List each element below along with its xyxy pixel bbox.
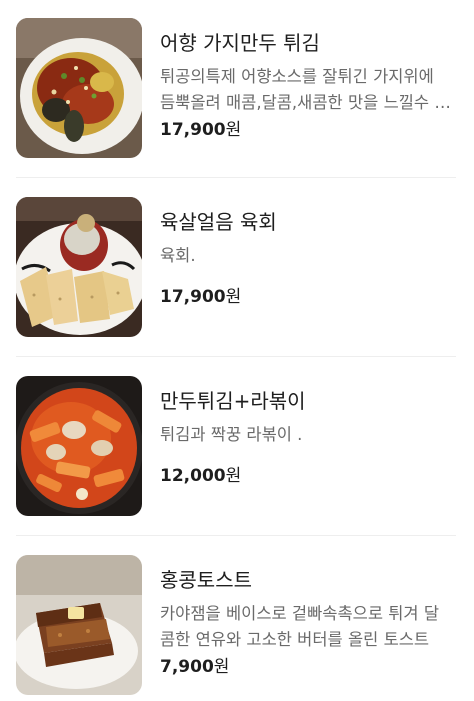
menu-item-hongkong-toast[interactable]: 홍콩토스트 카야잼을 베이스로 겉빠속촉으로 튀겨 달콤한 연유와 고소한 버터… <box>16 555 456 695</box>
price-currency: 원 <box>225 466 242 486</box>
price-amount: 12,000 <box>160 466 226 486</box>
menu-item-info: 어향 가지만두 튀김 튀공의특제 어향소스를 잘튀긴 가지위에 듬뿍올려 매콤,… <box>160 18 456 158</box>
dish-photo-icon <box>16 555 142 695</box>
menu-item-info: 만두튀김+라볶이 튀김과 짝꿍 라볶이 . 12,000원 <box>160 376 456 516</box>
item-divider <box>16 356 456 357</box>
menu-item-dumpling-rabokki[interactable]: 만두튀김+라볶이 튀김과 짝꿍 라볶이 . 12,000원 <box>16 376 456 516</box>
menu-item-name: 어향 가지만두 튀김 <box>160 31 320 55</box>
menu-item-info: 육살얼음 육회 육회. 17,900원 <box>160 197 456 337</box>
price-amount: 7,900 <box>160 657 214 677</box>
menu-item-info: 홍콩토스트 카야잼을 베이스로 겉빠속촉으로 튀겨 달콤한 연유와 고소한 버터… <box>160 555 456 695</box>
menu-item-price: 12,000원 <box>160 464 241 488</box>
menu-item-beef-tartare[interactable]: 육살얼음 육회 육회. 17,900원 <box>16 197 456 337</box>
beef-tartare-photo <box>16 197 142 337</box>
menu-item-price: 17,900원 <box>160 285 241 309</box>
dish-photo-icon <box>16 376 142 516</box>
dish-photo-icon <box>16 18 142 158</box>
menu-item-description: 카야잼을 베이스로 겉빠속촉으로 튀겨 달콤한 연유와 고소한 버터를 올린 토… <box>160 604 440 649</box>
menu-item-description: 튀공의특제 어향소스를 잘튀긴 가지위에 듬뿍올려 매콤,달콤,새콤한 맛을 느… <box>160 67 450 112</box>
menu-list: 어향 가지만두 튀김 튀공의특제 어향소스를 잘튀긴 가지위에 듬뿍올려 매콤,… <box>0 0 474 701</box>
menu-item-description: 튀김과 짝꿍 라볶이 . <box>160 425 303 444</box>
menu-item-price: 17,900원 <box>160 118 241 142</box>
hongkong-toast-photo <box>16 555 142 695</box>
menu-item-name: 육살얼음 육회 <box>160 210 277 234</box>
price-amount: 17,900 <box>160 120 226 140</box>
menu-item-name: 홍콩토스트 <box>160 568 252 592</box>
price-currency: 원 <box>213 657 230 677</box>
item-divider <box>16 535 456 536</box>
price-currency: 원 <box>225 120 242 140</box>
menu-item-eggplant-dumpling[interactable]: 어향 가지만두 튀김 튀공의특제 어향소스를 잘튀긴 가지위에 듬뿍올려 매콤,… <box>16 18 456 158</box>
menu-item-description: 육회. <box>160 246 196 265</box>
menu-item-price: 7,900원 <box>160 655 229 679</box>
rabokki-photo <box>16 376 142 516</box>
dish-photo-icon <box>16 197 142 337</box>
eggplant-dumpling-photo <box>16 18 142 158</box>
price-currency: 원 <box>225 287 242 307</box>
item-divider <box>16 177 456 178</box>
price-amount: 17,900 <box>160 287 226 307</box>
menu-item-name: 만두튀김+라볶이 <box>160 389 306 413</box>
